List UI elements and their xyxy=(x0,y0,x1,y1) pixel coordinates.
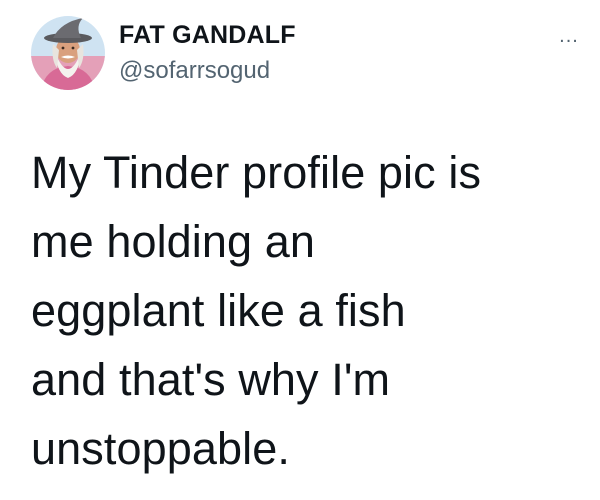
more-options-button[interactable]: ... xyxy=(552,22,586,50)
user-handle[interactable]: @sofarrsogud xyxy=(119,56,270,86)
tweet-text: My Tinder profile pic is me holding an e… xyxy=(31,147,482,474)
tweet-card: FAT GANDALF @sofarrsogud ... My Tinder p… xyxy=(0,0,600,500)
wizard-avatar-icon xyxy=(31,16,105,90)
more-horizontal-icon: ... xyxy=(559,25,579,47)
avatar[interactable] xyxy=(31,16,105,90)
display-name[interactable]: FAT GANDALF xyxy=(119,20,296,50)
